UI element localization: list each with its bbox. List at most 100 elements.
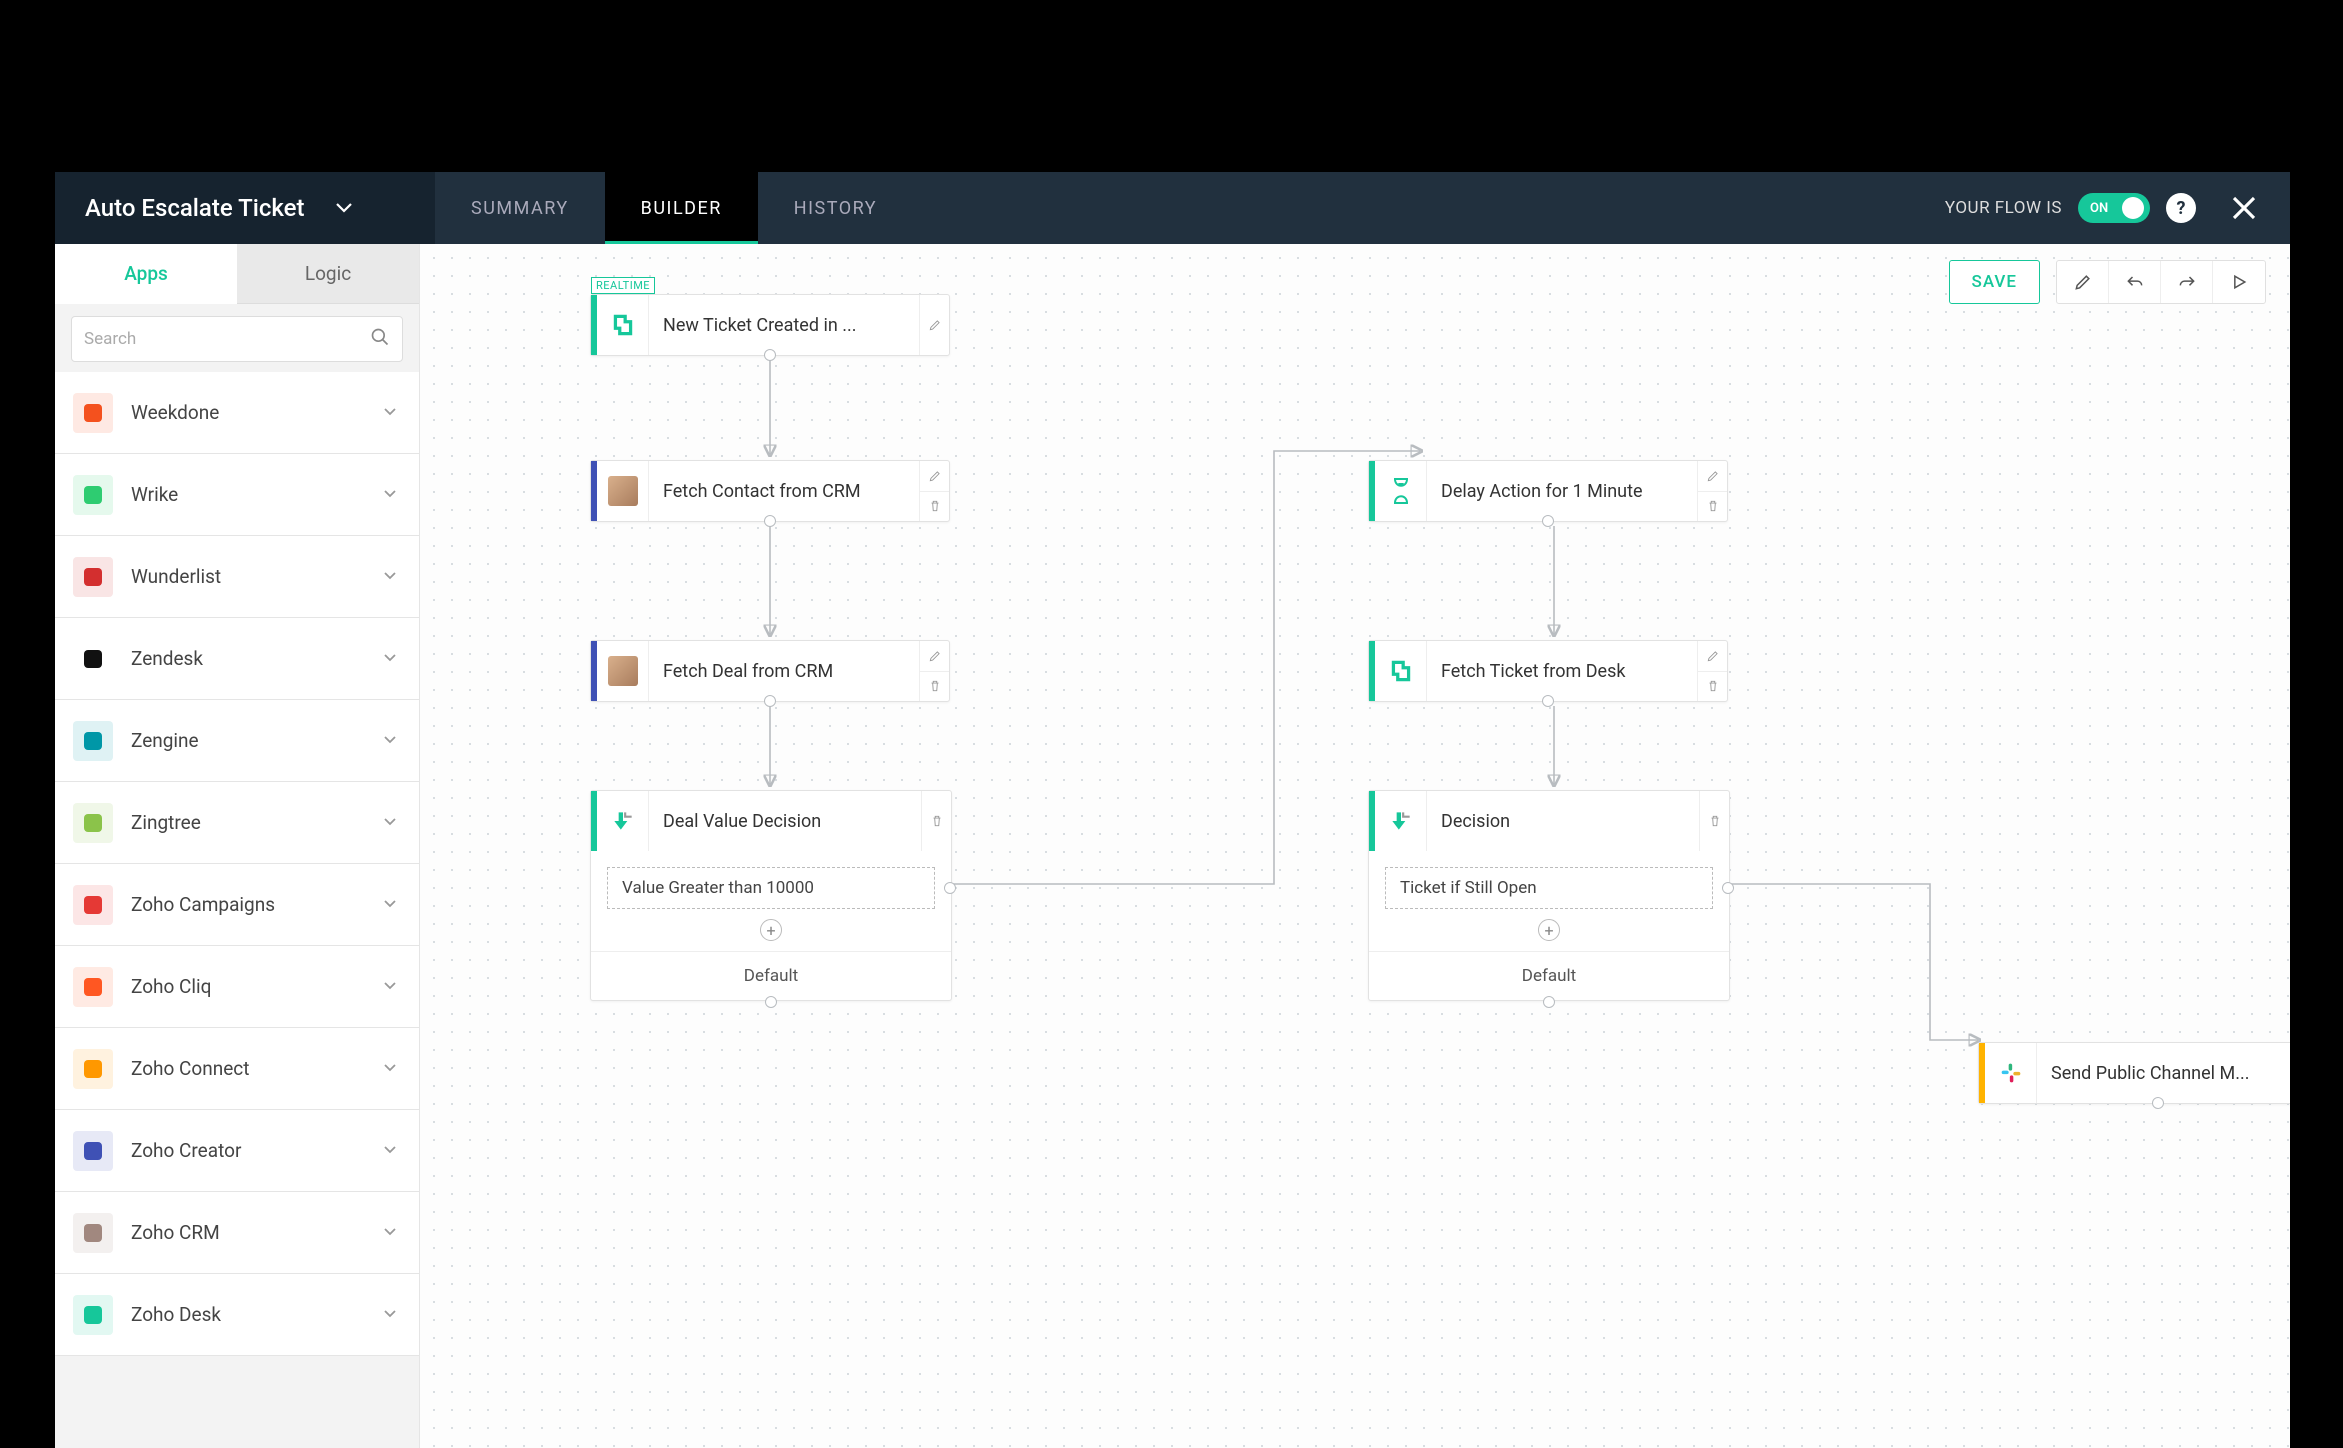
sidebar-app-item[interactable]: Zendesk [55, 618, 419, 700]
edit-node-button[interactable] [1698, 461, 1727, 491]
node-slack-message[interactable]: Send Public Channel M... [1978, 1042, 2290, 1104]
app-icon [73, 1295, 113, 1335]
tab-builder[interactable]: BUILDER [605, 172, 758, 244]
redo-icon [2177, 272, 2197, 292]
chevron-down-icon [383, 1061, 397, 1077]
delete-node-button[interactable] [1700, 791, 1729, 851]
app-name-label: Zoho Connect [131, 1057, 365, 1080]
zoho-desk-icon [1375, 641, 1427, 701]
app-icon [73, 885, 113, 925]
tab-summary[interactable]: SUMMARY [435, 172, 605, 244]
chevron-down-icon [335, 198, 353, 219]
app-icon [73, 803, 113, 843]
add-condition-button[interactable]: + [1538, 919, 1560, 941]
output-port[interactable] [1542, 695, 1554, 707]
delete-node-button[interactable] [922, 791, 951, 851]
node-deal-decision[interactable]: Deal Value Decision Value Greater than 1… [590, 790, 952, 1001]
default-branch[interactable]: Default [1369, 951, 1729, 1000]
node-fetch-deal[interactable]: Fetch Deal from CRM [590, 640, 950, 702]
node-label: Fetch Ticket from Desk [1427, 641, 1697, 701]
sidebar-app-item[interactable]: Zoho Desk [55, 1274, 419, 1356]
trash-icon [928, 679, 942, 693]
sidebar-app-item[interactable]: Zengine [55, 700, 419, 782]
app-icon [73, 1213, 113, 1253]
app-icon [73, 721, 113, 761]
node-label: Send Public Channel M... [2037, 1043, 2290, 1103]
sidebar-app-item[interactable]: Wrike [55, 454, 419, 536]
pencil-icon [1706, 469, 1720, 483]
redo-button[interactable] [2161, 261, 2213, 303]
output-port[interactable] [764, 515, 776, 527]
sidebar-tab-logic[interactable]: Logic [237, 244, 419, 304]
condition-row[interactable]: Ticket if Still Open [1385, 867, 1713, 909]
sidebar-app-item[interactable]: Wunderlist [55, 536, 419, 618]
chevron-down-icon [383, 897, 397, 913]
default-port[interactable] [1543, 996, 1555, 1008]
delete-node-button[interactable] [1698, 671, 1727, 702]
edit-tool-button[interactable] [2057, 261, 2109, 303]
condition-port[interactable] [944, 882, 956, 894]
help-button[interactable]: ? [2166, 193, 2196, 223]
run-button[interactable] [2213, 261, 2265, 303]
node-delay[interactable]: Delay Action for 1 Minute [1368, 460, 1728, 522]
edit-node-button[interactable] [1698, 641, 1727, 671]
pencil-icon [928, 318, 942, 332]
sidebar-app-item[interactable]: Weekdone [55, 372, 419, 454]
search-input[interactable] [84, 329, 370, 349]
output-port[interactable] [1542, 515, 1554, 527]
flow-canvas[interactable]: SAVE [420, 244, 2290, 1448]
edit-node-button[interactable] [920, 461, 949, 491]
chevron-down-icon [383, 733, 397, 749]
undo-button[interactable] [2109, 261, 2161, 303]
toggle-label: ON [2090, 201, 2108, 216]
sidebar-tab-apps[interactable]: Apps [55, 244, 237, 304]
app-name-label: Zoho Desk [131, 1303, 365, 1326]
body: Apps Logic Weekdone Wrike [55, 244, 2290, 1448]
node-label: Deal Value Decision [649, 791, 921, 851]
delete-node-button[interactable] [1698, 491, 1727, 522]
app-icon [73, 557, 113, 597]
output-port[interactable] [2152, 1097, 2164, 1109]
node-trigger[interactable]: REALTIME New Ticket Created in ... [590, 294, 950, 356]
flow-title-dropdown[interactable]: Auto Escalate Ticket [55, 172, 435, 244]
delete-node-button[interactable] [920, 671, 949, 702]
app-icon [73, 1049, 113, 1089]
trash-icon [1706, 499, 1720, 513]
app-name-label: Zoho CRM [131, 1221, 365, 1244]
sidebar-app-item[interactable]: Zoho CRM [55, 1192, 419, 1274]
app-icon [73, 967, 113, 1007]
toggle-knob [2122, 197, 2144, 219]
delete-node-button[interactable] [920, 491, 949, 522]
top-header: Auto Escalate Ticket SUMMARY BUILDER HIS… [55, 172, 2290, 244]
hourglass-icon [1375, 461, 1427, 521]
pencil-icon [928, 649, 942, 663]
edit-node-button[interactable] [920, 295, 949, 355]
output-port[interactable] [764, 349, 776, 361]
sidebar-app-item[interactable]: Zoho Campaigns [55, 864, 419, 946]
app-list[interactable]: Weekdone Wrike Wunderlist Zendesk Zengin… [55, 372, 419, 1448]
pencil-icon [1706, 649, 1720, 663]
default-branch[interactable]: Default [591, 951, 951, 1000]
edit-node-button[interactable] [920, 641, 949, 671]
tab-history[interactable]: HISTORY [758, 172, 913, 244]
sidebar-tabs: Apps Logic [55, 244, 419, 304]
add-condition-button[interactable]: + [760, 919, 782, 941]
save-button[interactable]: SAVE [1949, 260, 2040, 304]
sidebar-app-item[interactable]: Zingtree [55, 782, 419, 864]
default-port[interactable] [765, 996, 777, 1008]
sidebar-app-item[interactable]: Zoho Creator [55, 1110, 419, 1192]
condition-port[interactable] [1722, 882, 1734, 894]
node-label: Decision [1427, 791, 1699, 851]
main-tabs: SUMMARY BUILDER HISTORY [435, 172, 913, 244]
sidebar-app-item[interactable]: Zoho Connect [55, 1028, 419, 1110]
flow-on-toggle[interactable]: ON [2078, 193, 2150, 223]
node-fetch-contact[interactable]: Fetch Contact from CRM [590, 460, 950, 522]
app-name-label: Zoho Campaigns [131, 893, 365, 916]
chevron-down-icon [383, 487, 397, 503]
condition-row[interactable]: Value Greater than 10000 [607, 867, 935, 909]
sidebar-app-item[interactable]: Zoho Cliq [55, 946, 419, 1028]
node-ticket-decision[interactable]: Decision Ticket if Still Open + Default [1368, 790, 1730, 1001]
node-fetch-ticket[interactable]: Fetch Ticket from Desk [1368, 640, 1728, 702]
close-button[interactable] [2222, 186, 2266, 230]
output-port[interactable] [764, 695, 776, 707]
